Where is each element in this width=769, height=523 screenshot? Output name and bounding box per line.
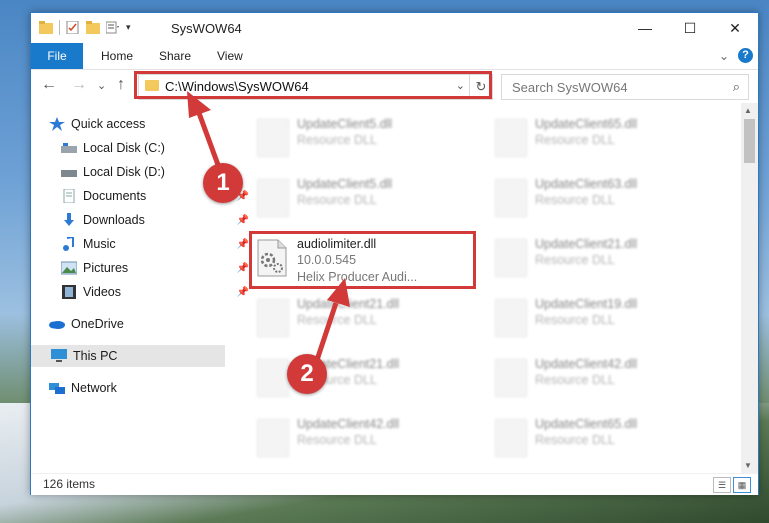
arrow-step-2 xyxy=(313,302,339,364)
annotation-arrows xyxy=(187,91,350,364)
file-explorer-window: ▾ SysWOW64 — ☐ ✕ File Home Share View ⌄ … xyxy=(30,12,759,495)
arrowhead-step-1 xyxy=(187,91,211,118)
arrowhead-step-2 xyxy=(327,278,350,307)
step-1-badge: 1 xyxy=(203,163,243,203)
step-2-badge: 2 xyxy=(287,354,327,394)
